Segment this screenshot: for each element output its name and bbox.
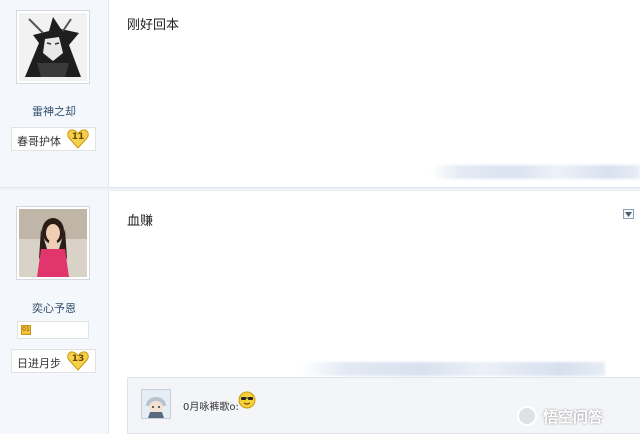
level-number: 11 (71, 132, 85, 142)
avatar-image (19, 13, 87, 81)
user-level-box: 日进月步 13 (11, 349, 96, 373)
post-signature-blur (430, 165, 640, 179)
author-avatar[interactable] (16, 206, 90, 280)
author-sidebar: 奕心予恩 01 日进月步 13 (0, 190, 109, 434)
post-content: 血赚 (127, 214, 154, 229)
avatar-image (19, 209, 87, 277)
sunglasses-emoji-icon (238, 391, 256, 409)
heart-badge-icon: 11 (67, 129, 89, 149)
post-content: 刚好回本 (127, 18, 180, 33)
author-username[interactable]: 奕心予恩 (0, 300, 108, 316)
medal-box: 01 (17, 321, 89, 339)
author-avatar[interactable] (16, 10, 90, 84)
level-title: 春哥护体 (17, 135, 61, 148)
level-number: 13 (71, 354, 85, 364)
author-username[interactable]: 雷神之却 (0, 103, 108, 119)
reply-avatar-image (142, 390, 170, 418)
post-1: 雷神之却 春哥护体 11 刚好回本 (0, 0, 640, 187)
author-sidebar: 雷神之却 春哥护体 11 (0, 0, 109, 187)
chevron-down-icon[interactable] (623, 209, 634, 219)
level-title: 日进月步 (17, 357, 61, 370)
heart-badge-icon: 13 (67, 351, 89, 371)
wukong-logo-icon (517, 406, 537, 426)
watermark: 悟空问答 (517, 402, 640, 430)
user-level-box: 春哥护体 11 (11, 127, 96, 151)
reply-avatar[interactable] (141, 389, 171, 419)
reply-text: 0月咏裤歌o: (183, 402, 239, 413)
post-2: 奕心予恩 01 日进月步 13 血赚 0月咏裤歌o: (0, 190, 640, 434)
watermark-text: 悟空问答 (543, 408, 604, 426)
post-signature-blur (300, 362, 605, 376)
medal-icon[interactable]: 01 (21, 325, 31, 335)
